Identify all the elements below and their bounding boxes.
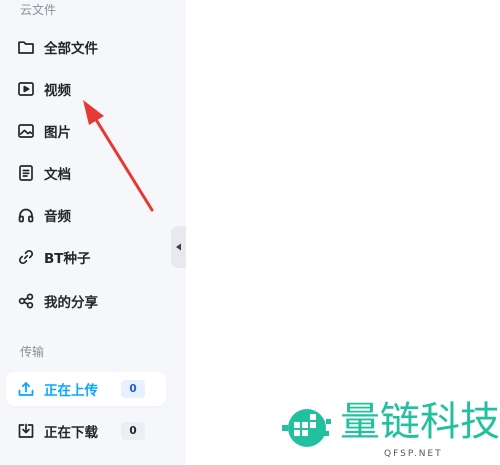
sidebar-item-label: 图片 bbox=[44, 125, 71, 141]
sidebar-item-label: 视频 bbox=[44, 83, 71, 99]
sidebar-item-video[interactable]: 视频 bbox=[6, 72, 166, 106]
count-badge: 0 bbox=[121, 422, 145, 440]
sidebar-item-label: 我的分享 bbox=[44, 295, 98, 311]
section-title-cloud-files: 云文件 bbox=[20, 3, 57, 17]
link-icon bbox=[17, 248, 35, 266]
sidebar-item-bt-torrents[interactable]: BT种子 bbox=[6, 240, 166, 274]
share-icon bbox=[17, 292, 35, 310]
watermark-subtitle: QFSP.NET bbox=[384, 449, 443, 459]
sidebar-item-label: 正在上传 bbox=[44, 383, 98, 399]
document-icon bbox=[17, 164, 35, 182]
sidebar-item-my-shares[interactable]: 我的分享 bbox=[6, 284, 166, 318]
sidebar-item-all-files[interactable]: 全部文件 bbox=[6, 30, 166, 64]
section-title-transfer: 传输 bbox=[20, 345, 45, 359]
sidebar-item-label: 正在下载 bbox=[44, 425, 98, 441]
video-play-icon bbox=[17, 80, 35, 98]
image-icon bbox=[17, 122, 35, 140]
headphones-icon bbox=[17, 206, 35, 224]
app-window: 云文件 全部文件 视频 图片 文档 音频 BT种子 我的分享 传输 正在上传 0… bbox=[0, 0, 500, 465]
watermark-logo bbox=[282, 409, 331, 447]
folder-icon bbox=[17, 38, 35, 56]
sidebar-item-label: BT种子 bbox=[44, 251, 91, 267]
sidebar-collapse-button[interactable] bbox=[171, 226, 186, 268]
sidebar-item-documents[interactable]: 文档 bbox=[6, 156, 166, 190]
sidebar-item-audio[interactable]: 音频 bbox=[6, 198, 166, 232]
sidebar-item-label: 全部文件 bbox=[44, 41, 98, 57]
sidebar-item-uploading[interactable]: 正在上传 0 bbox=[6, 372, 166, 406]
sidebar-item-downloading[interactable]: 正在下载 0 bbox=[6, 414, 166, 448]
sidebar-item-label: 文档 bbox=[44, 167, 71, 183]
sidebar: 云文件 全部文件 视频 图片 文档 音频 BT种子 我的分享 传输 正在上传 0… bbox=[0, 0, 186, 465]
sidebar-item-images[interactable]: 图片 bbox=[6, 114, 166, 148]
chevron-left-icon bbox=[176, 243, 181, 251]
watermark: 量链科技 QFSP.NET bbox=[274, 398, 500, 465]
upload-icon bbox=[17, 380, 35, 398]
watermark-title: 量链科技 bbox=[340, 399, 500, 445]
sidebar-item-label: 音频 bbox=[44, 209, 71, 225]
download-icon bbox=[17, 422, 35, 440]
count-badge: 0 bbox=[121, 380, 145, 398]
